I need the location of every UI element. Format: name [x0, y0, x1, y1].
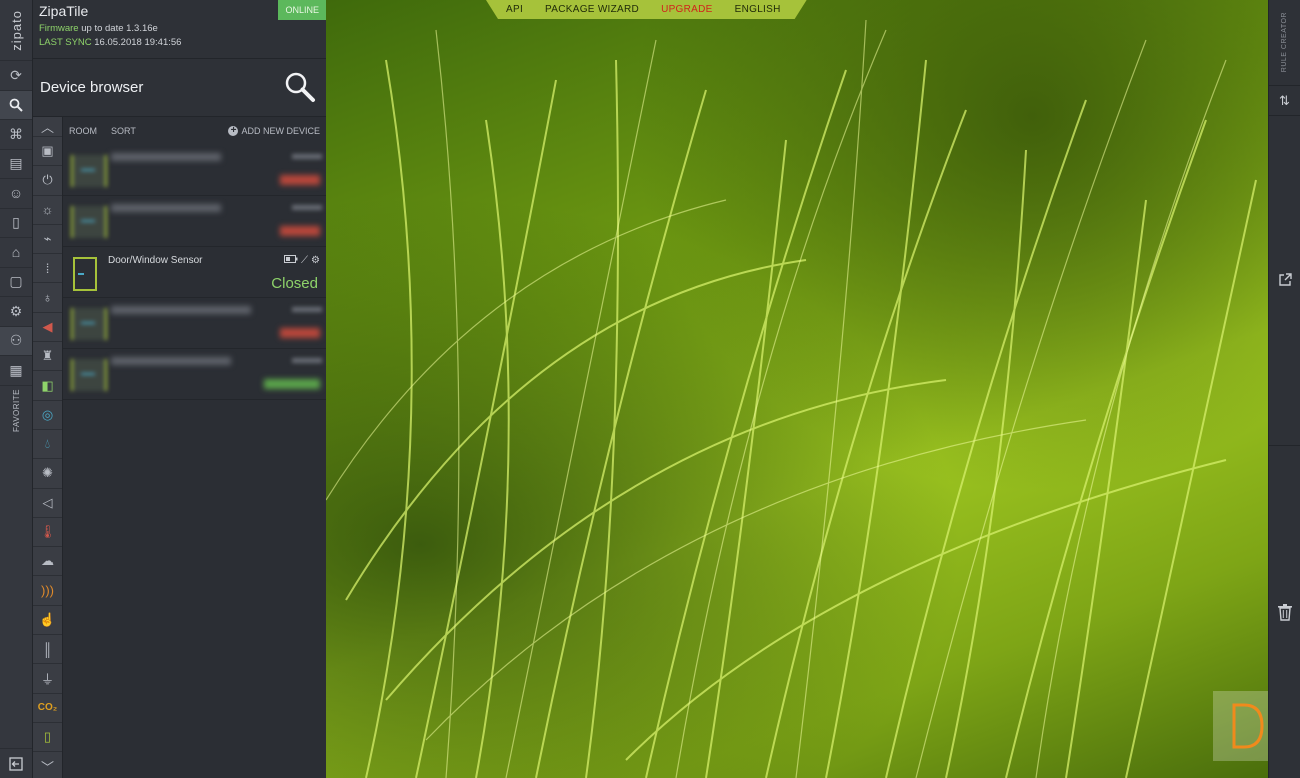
device-state-blurred	[264, 379, 320, 389]
firmware-line: Firmware up to date 1.3.16e	[39, 23, 158, 34]
device-meta-blurred	[292, 154, 322, 159]
list-toolbar: ROOM SORT + ADD NEW DEVICE	[63, 117, 326, 145]
sun-icon[interactable]: ✺	[33, 459, 62, 489]
search-icon[interactable]	[284, 71, 316, 103]
api-link[interactable]: API	[506, 4, 523, 15]
bulb-alt-icon[interactable]: ♁	[33, 283, 62, 313]
divider	[1269, 445, 1300, 446]
plug-icon[interactable]: ⌁	[33, 225, 62, 255]
weather-icon[interactable]: ☁	[33, 547, 62, 577]
door-icon[interactable]: ▣	[33, 137, 62, 167]
language-select[interactable]: ENGLISH	[735, 4, 781, 15]
device-tile-icon	[71, 359, 107, 391]
top-menu: API PACKAGE WIZARD UPGRADE ENGLISH	[486, 0, 807, 19]
plus-icon: +	[228, 126, 239, 136]
device-meta-blurred	[292, 307, 322, 312]
list-item[interactable]	[63, 298, 326, 349]
shield-icon[interactable]: ⌂	[0, 237, 32, 267]
controller-info: ZipaTile Firmware up to date 1.3.16e LAS…	[33, 0, 326, 59]
device-tile-icon	[71, 155, 107, 187]
battery-icon	[284, 255, 298, 266]
online-status-badge: ONLINE	[278, 0, 326, 20]
trash-icon[interactable]	[1277, 603, 1293, 626]
sort-arrows-icon[interactable]: ⇅	[1269, 86, 1300, 116]
logout-icon[interactable]	[0, 748, 32, 778]
calendar-icon[interactable]: ▦	[0, 355, 32, 385]
device-name-blurred	[111, 153, 221, 161]
chevron-up-icon[interactable]: ︿	[33, 117, 62, 137]
water-drop-icon[interactable]: 💧︎	[33, 430, 62, 460]
thermometer-icon[interactable]: 🌡︎	[33, 518, 62, 548]
device-tile-icon	[71, 308, 107, 340]
scenes-icon[interactable]: ▤	[0, 148, 32, 179]
device-browser-header: Device browser	[33, 59, 326, 117]
list-item[interactable]	[63, 196, 326, 247]
refresh-icon[interactable]: ⟳	[0, 60, 32, 90]
plug-alt-icon[interactable]: ⏚	[33, 664, 62, 694]
users-icon[interactable]: ☺	[0, 178, 32, 208]
package-wizard-link[interactable]: PACKAGE WIZARD	[545, 4, 639, 15]
power-icon[interactable]: ⏻	[33, 166, 62, 196]
network-icon[interactable]: ⌘	[0, 119, 32, 149]
hand-icon[interactable]: ☝	[33, 606, 62, 636]
last-sync-line: LAST SYNC 16.05.2018 19:41:56	[39, 37, 182, 48]
right-rail: RULE CREATOR ⇅	[1268, 0, 1300, 778]
left-nav-rail: zipato ⟳ ⌘ ▤ ☺ ▯ ⌂ ▢ ⚙ ⚇ ▦ FAVORITE	[0, 0, 33, 778]
favorite-tab[interactable]: FAVORITE	[0, 384, 32, 435]
co2-icon[interactable]: CO₂	[33, 694, 62, 723]
device-list: ROOM SORT + ADD NEW DEVICE Door/Window Se…	[63, 117, 326, 778]
camera-icon[interactable]: ◧	[33, 371, 62, 401]
add-new-device-button[interactable]: + ADD NEW DEVICE	[228, 126, 320, 136]
door-sensor-icon	[73, 257, 97, 291]
gear-icon[interactable]: ⚙	[311, 255, 320, 266]
door-sensor-icon[interactable]: ▯	[33, 723, 62, 753]
upgrade-link[interactable]: UPGRADE	[661, 4, 713, 15]
device-state: Closed	[271, 275, 318, 292]
device-meta-blurred	[292, 205, 322, 210]
grass-wallpaper-image	[326, 19, 1257, 778]
dashboard-wallpaper	[326, 0, 1268, 778]
speaker-icon[interactable]: ◁	[33, 489, 62, 518]
device-name: Door/Window Sensor	[108, 255, 203, 266]
device-icon[interactable]: ▯	[0, 207, 32, 238]
gauge-icon[interactable]: ◎	[33, 401, 62, 430]
device-meta-blurred	[292, 358, 322, 363]
list-item[interactable]	[63, 349, 326, 400]
chart-icon[interactable]: ⟋	[301, 255, 308, 266]
room-filter[interactable]: ROOM	[69, 126, 97, 136]
list-item-door-window-sensor[interactable]: Door/Window Sensor ⟋ ⚙ Closed	[63, 247, 326, 298]
list-item[interactable]	[63, 145, 326, 196]
device-tile-icon	[71, 206, 107, 238]
device-state-blurred	[280, 328, 320, 338]
device-name-blurred	[111, 306, 251, 314]
device-name-blurred	[111, 204, 221, 212]
device-state-blurred	[280, 226, 320, 236]
sort-button[interactable]: SORT	[111, 126, 136, 136]
box-icon[interactable]: ▢	[0, 266, 32, 297]
dots-icon[interactable]: ⁞	[33, 254, 62, 284]
device-status-icons: ⟋ ⚙	[284, 255, 320, 266]
chevron-down-icon[interactable]: ﹀	[33, 752, 62, 778]
alarm-icon[interactable]: ♜	[33, 342, 62, 372]
bulb-icon[interactable]: ☼	[33, 196, 62, 225]
siren-icon[interactable]: ◀	[33, 313, 62, 343]
page-title: Device browser	[40, 79, 144, 96]
external-link-icon[interactable]	[1277, 272, 1293, 293]
gear-icon[interactable]: ⚙	[0, 296, 32, 326]
signal-icon[interactable]: )))	[33, 576, 62, 606]
device-name-blurred	[111, 357, 231, 365]
device-state-blurred	[280, 175, 320, 185]
bars-icon[interactable]: ║	[33, 635, 62, 665]
search-icon[interactable]	[0, 89, 32, 119]
rule-creator-tab[interactable]: RULE CREATOR	[1269, 0, 1300, 86]
rules-icon[interactable]: ⚇	[0, 325, 32, 355]
zipato-logo: zipato	[8, 9, 24, 51]
app-root: zipato ⟳ ⌘ ▤ ☺ ▯ ⌂ ▢ ⚙ ⚇ ▦ FAVORITE Zipa…	[0, 0, 1300, 778]
category-filter-column: ︿ ▣ ⏻ ☼ ⌁ ⁞ ♁ ◀ ♜ ◧ ◎ 💧︎ ✺ ◁ 🌡︎ ☁ ))) ☝ …	[33, 117, 63, 778]
